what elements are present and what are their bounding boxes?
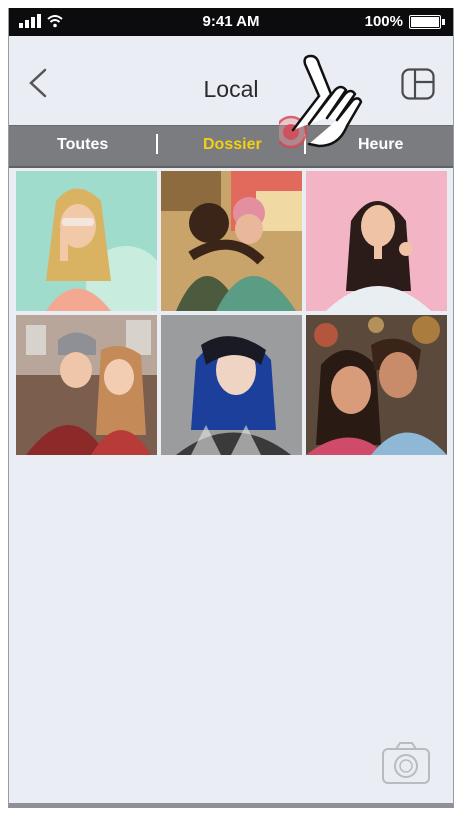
smiling-couple-city-photo[interactable] <box>306 315 447 455</box>
tap-gesture-hand-icon <box>279 54 363 149</box>
battery-icon <box>409 14 445 29</box>
battery-percent: 100% <box>364 13 403 30</box>
nav-bar: Local <box>9 36 453 124</box>
woman-with-balloon-photo[interactable] <box>16 171 157 311</box>
page-title: Local <box>203 76 259 102</box>
tab-toutes[interactable]: Toutes <box>57 136 108 154</box>
two-friends-winter-photo[interactable] <box>16 315 157 455</box>
phone-screen: 9:41 AM 100% Local Toutes Dossier Heure <box>8 8 454 808</box>
tab-bar: Toutes Dossier Heure <box>9 125 453 168</box>
blue-hair-woman-photo[interactable] <box>161 315 302 455</box>
couple-embracing-photo[interactable] <box>161 171 302 311</box>
tab-divider <box>156 134 158 154</box>
status-bar: 9:41 AM 100% <box>9 8 453 36</box>
layout-grid-icon[interactable] <box>401 68 435 100</box>
smiling-woman-pink-photo[interactable] <box>306 171 447 311</box>
camera-icon[interactable] <box>381 741 431 785</box>
tab-dossier[interactable]: Dossier <box>203 136 262 154</box>
